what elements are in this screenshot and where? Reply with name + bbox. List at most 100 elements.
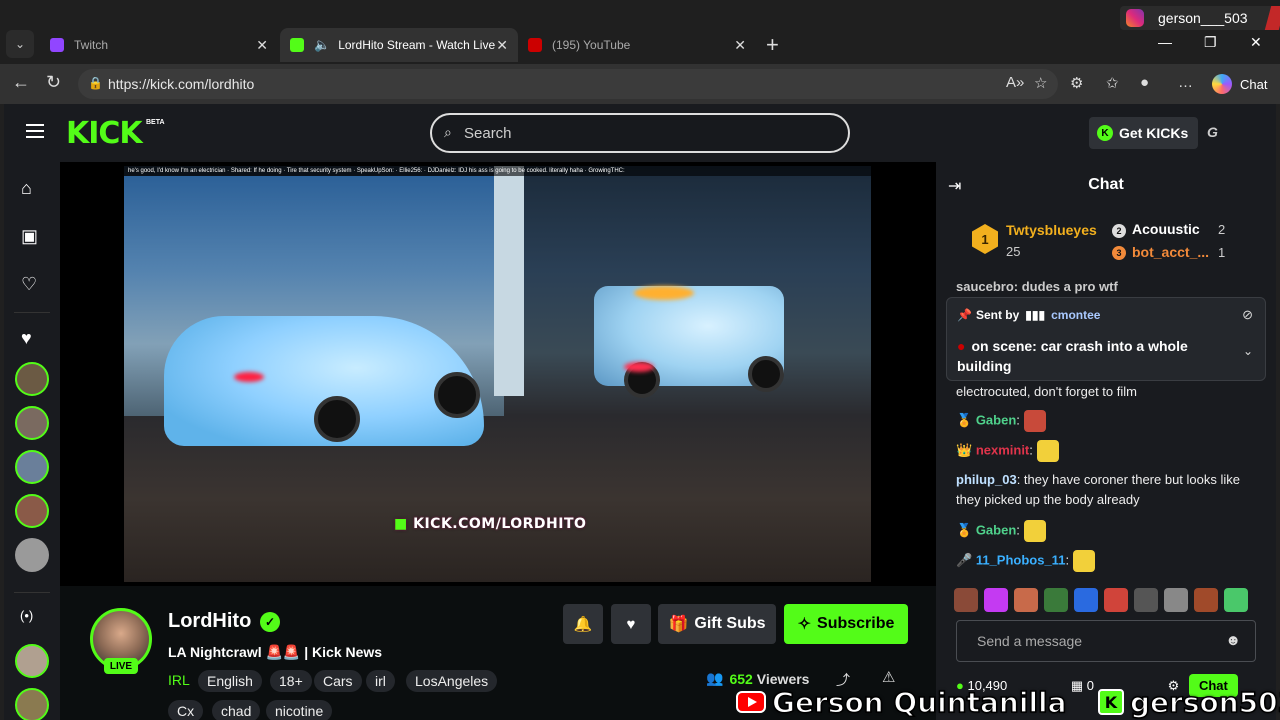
- emote-button[interactable]: [1134, 588, 1158, 612]
- recommended-channel-avatar[interactable]: [15, 644, 49, 678]
- emoji-picker-icon[interactable]: ☻: [1225, 632, 1241, 649]
- car-wheel: [434, 372, 480, 418]
- divider: [14, 592, 50, 593]
- chat-message: 🏅 Gaben:: [956, 520, 1256, 542]
- overlay-accent: [1264, 6, 1280, 30]
- chat-message-input[interactable]: Send a message ☻: [956, 620, 1256, 662]
- search-input[interactable]: ⌕ Search: [430, 113, 850, 153]
- channel-name[interactable]: LordHito: [168, 610, 251, 633]
- stream-category[interactable]: IRL: [168, 672, 190, 688]
- followed-channel-avatar[interactable]: [15, 450, 49, 484]
- emote-button[interactable]: [1164, 588, 1188, 612]
- minimize-icon[interactable]: —: [1158, 34, 1172, 50]
- leader-name[interactable]: Acouustic: [1132, 221, 1200, 237]
- leader-name[interactable]: Twtysblueyes: [1006, 222, 1097, 238]
- store-icon[interactable]: ▦: [1071, 678, 1083, 693]
- emote-button[interactable]: [954, 588, 978, 612]
- restore-icon[interactable]: ❐: [1204, 34, 1217, 51]
- expand-chevron-icon[interactable]: ⌄: [1243, 344, 1253, 358]
- gift-subs-button[interactable]: 🎁 Gift Subs: [658, 604, 776, 644]
- follow-button[interactable]: ♥: [611, 604, 651, 644]
- badge-icons: ▮▮▮: [1025, 308, 1046, 322]
- kick-page: KICK BETA ⌕ Search K Get KICKs G ⌂ ▣ ♡ ♥: [4, 104, 1276, 720]
- following-heart-icon[interactable]: ♡: [21, 274, 37, 295]
- new-tab-plus-icon[interactable]: +: [766, 32, 779, 58]
- followed-channel-avatar[interactable]: [15, 406, 49, 440]
- followed-channel-avatar[interactable]: [15, 494, 49, 528]
- close-icon[interactable]: ✕: [256, 37, 268, 54]
- left-sidebar: ⌂ ▣ ♡ ♥ (•): [4, 162, 60, 720]
- pinned-message[interactable]: 📌 Sent by ▮▮▮ cmontee ● on scene: car cra…: [946, 297, 1266, 381]
- copilot-button[interactable]: Chat: [1212, 74, 1267, 94]
- chat-username[interactable]: Gaben: [976, 412, 1016, 427]
- tab-youtube[interactable]: (195) YouTube ✕: [518, 28, 756, 62]
- followed-channel-avatar[interactable]: [15, 362, 49, 396]
- chat-username[interactable]: philup_03: [956, 472, 1017, 487]
- hide-eye-icon[interactable]: ⊘: [1242, 307, 1253, 323]
- chat-username[interactable]: Gaben: [976, 522, 1016, 537]
- close-icon[interactable]: ✕: [496, 37, 508, 54]
- stream-tag[interactable]: 18+: [270, 670, 312, 692]
- emote-button[interactable]: [1074, 588, 1098, 612]
- stream-tag[interactable]: Cars: [314, 670, 362, 692]
- stream-tag[interactable]: English: [198, 670, 262, 692]
- chat-username[interactable]: 11_Phobos_11: [976, 552, 1066, 567]
- stream-tag[interactable]: nicotine: [266, 700, 333, 720]
- stream-title: LA Nightcrawl 🚨🚨 | Kick News: [168, 644, 383, 660]
- favorite-star-icon[interactable]: ☆: [1034, 74, 1047, 92]
- copilot-icon: [1212, 74, 1232, 94]
- video-player[interactable]: he's good, I'd know I'm an electrician ·…: [60, 162, 936, 586]
- home-icon[interactable]: ⌂: [21, 178, 32, 199]
- menu-hamburger-icon[interactable]: [26, 124, 44, 138]
- tab-actions-chevron-icon[interactable]: ⌄: [6, 30, 34, 58]
- get-kicks-button[interactable]: K Get KICKs: [1089, 117, 1199, 149]
- extensions-icon[interactable]: ⚙: [1070, 74, 1083, 92]
- emote-button[interactable]: [1224, 588, 1248, 612]
- kick-logo-icon: K: [1098, 689, 1124, 715]
- chat-username[interactable]: nexminit: [976, 442, 1029, 457]
- site-header: KICK BETA ⌕ Search K Get KICKs G: [4, 104, 1276, 162]
- stream-tag[interactable]: Cx: [168, 700, 204, 720]
- profile-avatar-icon[interactable]: ●: [1140, 74, 1149, 91]
- tab-lordhito[interactable]: 🔈 LordHito Stream - Watch Live ✕: [280, 28, 518, 62]
- stream-tag[interactable]: chad: [212, 700, 261, 720]
- emote-button[interactable]: [1194, 588, 1218, 612]
- stream-tag[interactable]: irl: [366, 670, 395, 692]
- pinned-message-text: on scene: car crash into a whole buildin…: [957, 338, 1188, 374]
- truck-wheel: [748, 356, 784, 392]
- recommended-channel-avatar[interactable]: [15, 688, 49, 720]
- followed-heart-icon: ♥: [21, 328, 32, 348]
- emote-button[interactable]: [984, 588, 1008, 612]
- emote-button[interactable]: [1014, 588, 1038, 612]
- subscribe-button[interactable]: ✧ Subscribe: [784, 604, 908, 644]
- favorites-icon[interactable]: ✩: [1106, 74, 1119, 92]
- lock-icon[interactable]: 🔒: [88, 76, 103, 90]
- emote-button[interactable]: [1104, 588, 1128, 612]
- user-menu-icon[interactable]: G: [1207, 124, 1218, 140]
- tab-twitch[interactable]: Twitch ✕: [40, 28, 278, 62]
- notification-bell-button[interactable]: 🔔: [563, 604, 603, 644]
- rank-2-badge: 2: [1112, 224, 1126, 238]
- leader-name[interactable]: bot_acct_...: [1132, 244, 1209, 260]
- kick-name: gerson503: [1129, 685, 1280, 720]
- refresh-icon[interactable]: ↻: [46, 72, 61, 93]
- youtube-icon: [528, 38, 542, 52]
- url-bar[interactable]: 🔒 https://kick.com/lordhito: [78, 69, 1058, 99]
- speaker-icon[interactable]: 🔈: [314, 37, 330, 53]
- followed-channel-avatar[interactable]: [15, 538, 49, 572]
- kick-logo[interactable]: KICK: [66, 116, 143, 151]
- gift-icon: 🎁: [668, 616, 689, 633]
- window-close-icon[interactable]: ✕: [1250, 34, 1262, 51]
- more-dots-icon[interactable]: …: [1178, 74, 1193, 91]
- live-badge: LIVE: [104, 658, 138, 674]
- emote-button[interactable]: [1044, 588, 1068, 612]
- close-icon[interactable]: ✕: [734, 37, 746, 54]
- back-arrow-icon[interactable]: ←: [12, 72, 30, 93]
- emote-icon: [1072, 550, 1095, 572]
- search-placeholder: Search: [464, 125, 512, 142]
- browse-icon[interactable]: ▣: [21, 226, 38, 247]
- stream-tag[interactable]: LosAngeles: [406, 670, 498, 692]
- read-aloud-icon[interactable]: A»: [1006, 74, 1024, 91]
- instagram-overlay: gerson___503: [1120, 6, 1280, 30]
- pinned-sender[interactable]: cmontee: [1051, 308, 1100, 322]
